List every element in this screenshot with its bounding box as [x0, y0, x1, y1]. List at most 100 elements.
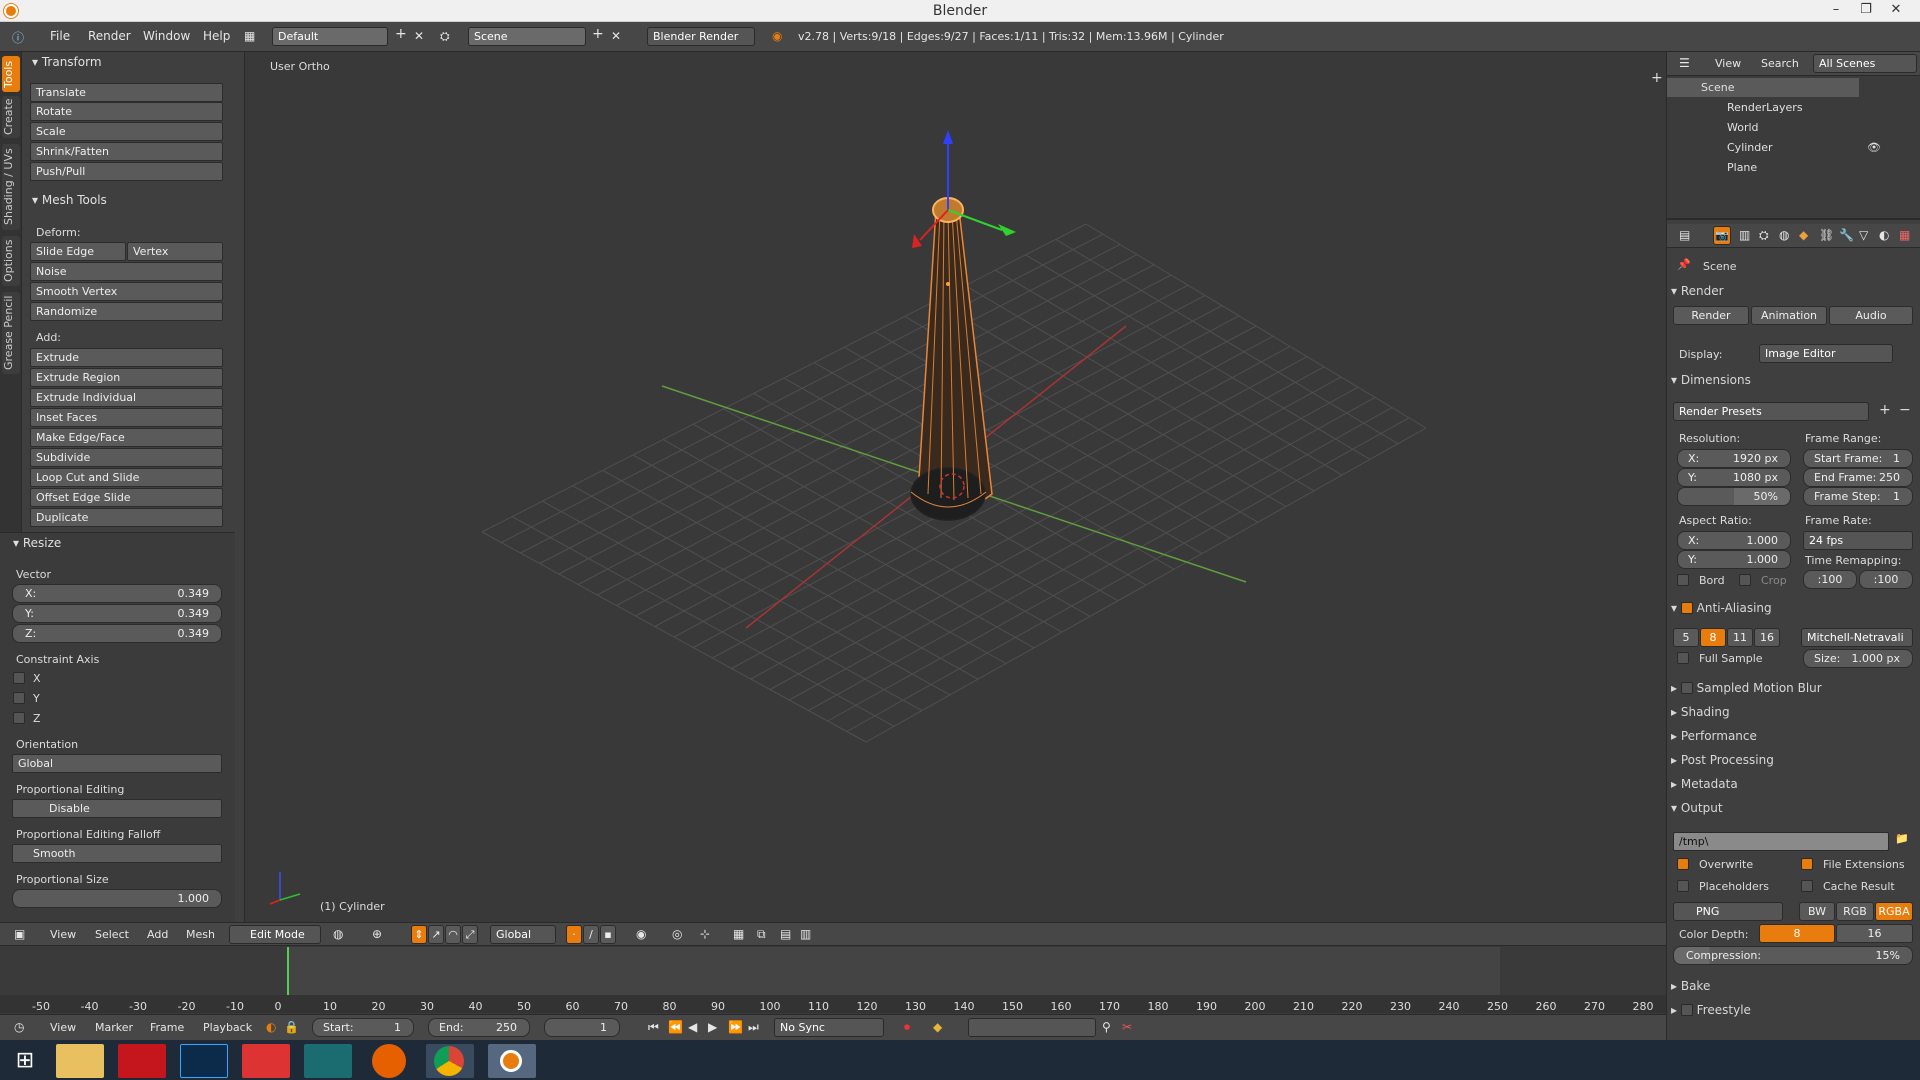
motion-blur-panel-header[interactable]: ▸ Sampled Motion Blur [1671, 678, 1917, 698]
performance-panel-header[interactable]: ▸ Performance [1671, 726, 1917, 746]
shading-icon[interactable]: ◍ [333, 927, 343, 941]
placeholders-checkbox[interactable] [1677, 880, 1689, 892]
select-menu[interactable]: Select [95, 928, 129, 941]
add-menu[interactable]: Add [147, 928, 168, 941]
tab-shading-uvs[interactable]: Shading / UVs [2, 144, 20, 230]
end-frame-field-props[interactable]: End Frame: 250 [1803, 468, 1913, 487]
full-sample-checkbox[interactable] [1677, 652, 1689, 664]
smooth-vertex-button[interactable]: Smooth Vertex [30, 282, 223, 301]
depth-16-button[interactable]: 16 [1836, 924, 1913, 943]
proportional-icon[interactable]: ◎ [672, 927, 682, 941]
remove-scene-button[interactable]: ✕ [611, 29, 621, 43]
world-tab-icon[interactable]: ◍ [1779, 228, 1789, 242]
sync-select[interactable]: No Sync [774, 1018, 884, 1037]
vector-x-field[interactable]: X: 0.349 [12, 584, 222, 603]
frame-rate-select[interactable]: 24 fps [1803, 531, 1913, 550]
windows-start-icon[interactable]: ⊞ [2, 1044, 48, 1078]
record-icon[interactable]: ⏺ [904, 1020, 910, 1035]
constraints-tab-icon[interactable]: ⛓ [1819, 228, 1834, 242]
rgba-button[interactable]: RGBA [1875, 902, 1913, 921]
layout-icon[interactable]: ▦ [244, 29, 255, 43]
pin-icon[interactable]: 📌 [1677, 258, 1691, 271]
orientation-select[interactable]: Global [12, 754, 222, 773]
freestyle-panel-header[interactable]: ▸ Freestyle [1671, 1000, 1917, 1020]
anti-aliasing-checkbox[interactable] [1680, 602, 1693, 614]
render-tab-icon[interactable]: 📷 [1713, 226, 1731, 245]
extrude-individual-button[interactable]: Extrude Individual [30, 388, 223, 407]
scene-icon[interactable]: ⛭ [440, 29, 450, 44]
aa-8-button[interactable]: 8 [1700, 628, 1726, 647]
scale-button[interactable]: Scale [30, 122, 223, 141]
edge-select-icon[interactable]: / [583, 925, 599, 944]
playback-menu[interactable]: Playback [203, 1021, 252, 1034]
border-checkbox[interactable] [1677, 574, 1689, 586]
file-explorer-icon[interactable] [56, 1044, 104, 1078]
mesh-tools-panel-header[interactable]: ▾ Mesh Tools [32, 193, 107, 207]
scale-manip-icon[interactable]: ⤢ [462, 925, 478, 944]
marker-menu[interactable]: Marker [95, 1021, 133, 1034]
overwrite-checkbox[interactable] [1677, 858, 1689, 870]
next-key-icon[interactable]: ⏩ [728, 1020, 743, 1034]
viewport-expand-icon[interactable]: + [1651, 70, 1663, 86]
motion-blur-checkbox[interactable] [1680, 682, 1693, 694]
close-button[interactable]: ✕ [1882, 0, 1910, 22]
translate-button[interactable]: Translate [30, 83, 223, 102]
push-pull-button[interactable]: Push/Pull [30, 162, 223, 181]
mode-select[interactable]: Edit Mode [229, 925, 321, 944]
file-format-select[interactable]: PNG [1673, 902, 1783, 921]
layout-field[interactable]: Default [272, 27, 388, 46]
timeline[interactable] [0, 947, 1666, 1019]
proportional-editing-select[interactable]: Disable [12, 799, 222, 818]
occlude-icon[interactable]: ◉ [636, 927, 646, 941]
render-engine-select[interactable]: Blender Render [647, 27, 755, 46]
compression-slider[interactable]: Compression: 15% [1673, 946, 1913, 965]
add-scene-button[interactable]: + [592, 26, 604, 42]
make-edge-face-button[interactable]: Make Edge/Face [30, 428, 223, 447]
outliner-renderlayers-row[interactable]: RenderLayers [1667, 98, 1920, 117]
menu-file[interactable]: File [50, 29, 70, 43]
insert-key-icon[interactable]: ⚲ [1102, 1020, 1111, 1034]
resolution-percent-slider[interactable]: 50% [1677, 487, 1791, 506]
outliner-filter-select[interactable]: All Scenes [1813, 54, 1917, 73]
outliner-plane-row[interactable]: Plane [1667, 158, 1920, 177]
aa-filter-select[interactable]: Mitchell-Netravali [1801, 628, 1913, 647]
add-layout-button[interactable]: + [395, 26, 407, 42]
play-reverse-icon[interactable]: ◀ [688, 1020, 697, 1034]
current-frame-cursor[interactable] [287, 947, 289, 997]
properties-editor-icon[interactable]: ▤ [1679, 228, 1690, 242]
acrobat-icon[interactable] [118, 1044, 166, 1078]
minimize-button[interactable]: – [1822, 0, 1850, 22]
scene-tab-icon[interactable]: ⛭ [1759, 228, 1769, 243]
current-frame-field[interactable]: 1 [544, 1018, 620, 1037]
frame-menu[interactable]: Frame [150, 1021, 184, 1034]
folder-browse-icon[interactable]: 📁 [1895, 832, 1909, 845]
bw-button[interactable]: BW [1799, 902, 1835, 921]
opengl-render-icon[interactable]: ▤ [780, 927, 791, 941]
keying-set-icon[interactable]: ◆ [933, 1020, 942, 1034]
render-preview-icon[interactable]: ⧉ [757, 927, 766, 942]
tab-create[interactable]: Create [2, 96, 20, 138]
freestyle-checkbox[interactable] [1680, 1004, 1693, 1016]
rgb-button[interactable]: RGB [1836, 902, 1874, 921]
photoshop-icon[interactable] [180, 1044, 228, 1078]
remove-preset-button[interactable]: − [1899, 402, 1911, 418]
tab-tools[interactable]: Tools [2, 56, 20, 92]
timeline-view-menu[interactable]: View [50, 1021, 76, 1034]
keying-set-field[interactable] [968, 1018, 1096, 1037]
extrude-button[interactable]: Extrude [30, 348, 223, 367]
subdivide-button[interactable]: Subdivide [30, 448, 223, 467]
render-button[interactable]: Render [1673, 306, 1749, 325]
shading-panel-header[interactable]: ▸ Shading [1671, 702, 1917, 722]
visibility-eye-icon[interactable]: 👁 [1867, 138, 1881, 157]
chrome-icon[interactable] [426, 1044, 474, 1078]
outliner-view-menu[interactable]: View [1715, 57, 1741, 70]
post-processing-panel-header[interactable]: ▸ Post Processing [1671, 750, 1917, 770]
snap-icon[interactable]: ⊹ [700, 927, 710, 941]
shrink-fatten-button[interactable]: Shrink/Fatten [30, 142, 223, 161]
menu-window[interactable]: Window [143, 29, 190, 43]
editor-type-icon[interactable]: ▣ [14, 927, 25, 941]
constraint-y-checkbox[interactable] [13, 692, 25, 704]
proportional-size-field[interactable]: 1.000 [12, 889, 222, 908]
blender-taskbar-icon[interactable] [488, 1044, 536, 1078]
pivot-icon[interactable]: ⊕ [372, 927, 382, 941]
